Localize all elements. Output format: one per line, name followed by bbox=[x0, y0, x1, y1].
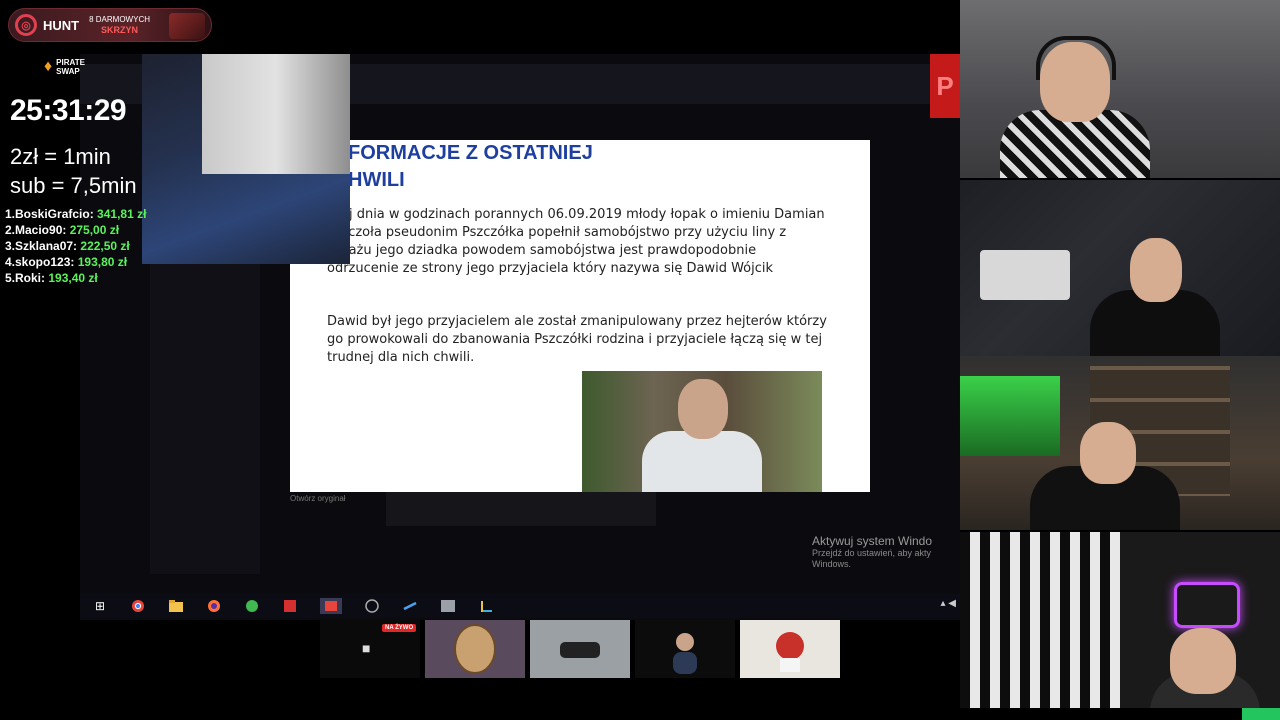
cam4-person-head bbox=[1170, 628, 1236, 694]
app-media-icon[interactable] bbox=[320, 598, 342, 614]
leaderboard-row: 2.Macio90: 275,00 zł bbox=[5, 222, 146, 238]
slide-paragraph-1: isiaj dnia w godzinach porannych 06.09.2… bbox=[327, 207, 825, 276]
leader-name: 1.BoskiGrafcio: bbox=[5, 207, 94, 221]
webcam-2 bbox=[960, 180, 1280, 356]
leader-amount: 275,00 zł bbox=[69, 223, 120, 237]
monitor-icon: ■ bbox=[362, 640, 371, 656]
leaderboard-row: 1.BoskiGrafcio: 341,81 zł bbox=[5, 206, 146, 222]
leader-amount: 193,80 zł bbox=[77, 255, 128, 269]
red-p-logo: P bbox=[930, 54, 960, 118]
cam1-headset bbox=[1036, 36, 1116, 80]
slide-title: FORMACJE Z OSTATNIEJ HWILI bbox=[348, 140, 848, 194]
leaderboard-row: 3.Szklana07: 222,50 zł bbox=[5, 238, 146, 254]
rate-sub: sub = 7,5min bbox=[10, 173, 137, 198]
app-chart-icon[interactable] bbox=[478, 598, 494, 614]
chrome-icon[interactable] bbox=[130, 598, 146, 614]
leader-name: 3.Szklana07: bbox=[5, 239, 78, 253]
pirate-swap-logo: ♦ PIRATE SWAP bbox=[44, 58, 85, 76]
subathon-timer: 25:31:29 bbox=[10, 94, 127, 127]
hunt-promo-line2: SKRZYN bbox=[101, 25, 139, 35]
leader-name: 4.skopo123: bbox=[5, 255, 75, 269]
system-tray[interactable]: ▴ ◀ bbox=[941, 598, 957, 609]
hunt-promo-line1: 8 DARMOWYCH bbox=[89, 15, 150, 24]
open-original-link[interactable]: Otwórz oryginał bbox=[290, 494, 346, 503]
faint-thumbnails bbox=[386, 492, 656, 526]
leader-amount: 193,40 zł bbox=[48, 271, 98, 285]
app-red-icon[interactable] bbox=[282, 598, 298, 614]
folder-icon[interactable] bbox=[168, 598, 184, 614]
participant-tile-2[interactable] bbox=[530, 620, 630, 678]
participant-tile-3[interactable] bbox=[635, 620, 735, 678]
webcam-1 bbox=[960, 0, 1280, 178]
app-green-icon[interactable] bbox=[244, 598, 260, 614]
leaderboard-row: 5.Roki: 193,40 zł bbox=[5, 270, 146, 286]
windows-taskbar: ⊞ ▴ ◀ bbox=[80, 594, 960, 618]
presentation-slide: FORMACJE Z OSTATNIEJ HWILI isiaj dnia w … bbox=[290, 140, 870, 492]
hunt-promo-text: 8 DARMOWYCH SKRZYN bbox=[89, 14, 150, 36]
rate-donation: 2zł = 1min bbox=[10, 144, 111, 169]
app-browser-icon[interactable] bbox=[364, 598, 380, 614]
leader-amount: 222,50 zł bbox=[80, 239, 130, 253]
participant-strip: ■ NA ŻYWO bbox=[320, 620, 840, 680]
pirate-line2: SWAP bbox=[56, 67, 80, 76]
participant-tile-4[interactable] bbox=[740, 620, 840, 678]
hunt-promo-badge: ◎ HUNT 8 DARMOWYCH SKRZYN bbox=[8, 8, 212, 42]
streamer-webcam-overlay bbox=[142, 54, 350, 264]
slide-title-line2: HWILI bbox=[348, 169, 405, 191]
cam2-person-head bbox=[1130, 238, 1182, 302]
photo-face bbox=[678, 379, 728, 439]
leader-name: 5.Roki: bbox=[5, 271, 46, 285]
slide-photo bbox=[582, 371, 822, 492]
photo-shirt bbox=[642, 431, 762, 492]
green-indicator bbox=[1242, 708, 1280, 720]
slide-title-line1: FORMACJE Z OSTATNIEJ bbox=[348, 142, 593, 164]
firefox-icon[interactable] bbox=[206, 598, 222, 614]
cam3-person-head bbox=[1080, 422, 1136, 484]
participant-tile-1[interactable] bbox=[425, 620, 525, 678]
windows-start-icon[interactable]: ⊞ bbox=[92, 598, 108, 614]
red-p-text: P bbox=[936, 70, 954, 101]
hunt-logo-icon: ◎ bbox=[15, 14, 37, 36]
cam4-neon-sign bbox=[1174, 582, 1240, 628]
webcam-3 bbox=[960, 356, 1280, 530]
cam4-striped-wall bbox=[960, 532, 1120, 708]
pirate-flame-icon: ♦ bbox=[44, 58, 53, 75]
live-screen-tile[interactable]: ■ NA ŻYWO bbox=[320, 620, 420, 678]
app-window-icon[interactable] bbox=[440, 598, 456, 614]
cam3-aquarium bbox=[960, 376, 1060, 456]
activate-windows-title: Aktywuj system Windo bbox=[812, 534, 933, 548]
steam-icon[interactable] bbox=[402, 598, 418, 614]
slide-paragraph-2: Dawid był jego przyjacielem ale został z… bbox=[327, 314, 827, 365]
blurred-sidebar bbox=[150, 254, 260, 574]
live-badge: NA ŻYWO bbox=[382, 624, 417, 632]
crate-icon bbox=[169, 13, 205, 39]
cam2-monitor bbox=[980, 250, 1070, 300]
leaderboard-row: 4.skopo123: 193,80 zł bbox=[5, 254, 146, 270]
hunt-name: HUNT bbox=[43, 17, 80, 33]
leader-amount: 341,81 zł bbox=[97, 207, 147, 221]
leader-name: 2.Macio90: bbox=[5, 223, 67, 237]
pirate-swap-text: PIRATE SWAP bbox=[56, 58, 85, 76]
donation-leaderboard: 1.BoskiGrafcio: 341,81 zł 2.Macio90: 275… bbox=[5, 206, 146, 286]
webcam-background-window bbox=[202, 54, 350, 174]
webcam-4 bbox=[960, 532, 1280, 708]
pirate-line1: PIRATE bbox=[56, 58, 85, 67]
activate-windows-subtitle: Przejdź do ustawień, aby akty Windows. bbox=[812, 548, 932, 569]
